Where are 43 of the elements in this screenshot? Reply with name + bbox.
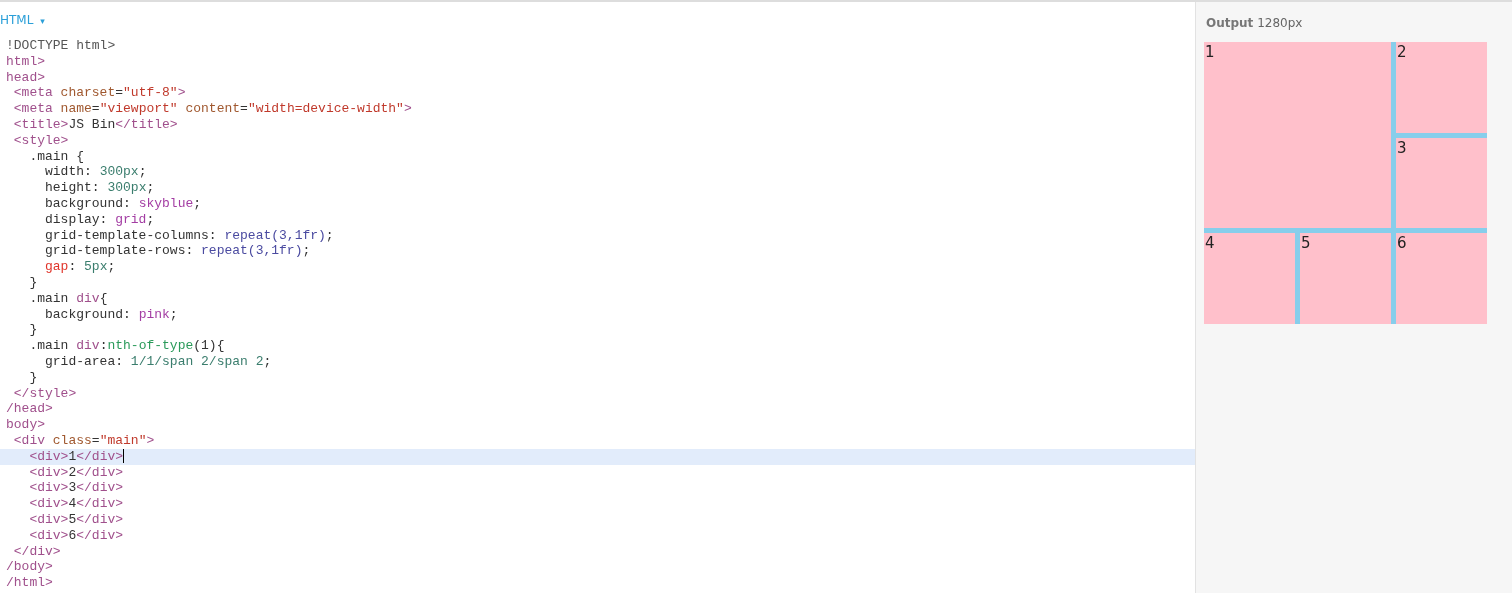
code-line: <div class="main"> xyxy=(12,432,156,449)
code-line: display: grid; xyxy=(44,211,156,228)
grid-cell: 4 xyxy=(1204,233,1295,324)
code-line: gap: 5px; xyxy=(44,259,117,275)
grid-cell: 3 xyxy=(1396,137,1487,229)
code-line: width: 300px; xyxy=(44,164,148,181)
code-line: grid-area: 1/1/span 2/span 2; xyxy=(44,353,273,370)
code-line: <meta charset="utf-8"> xyxy=(12,85,187,102)
code-line: <div>5</div> xyxy=(28,511,125,528)
code-line: } xyxy=(28,274,39,291)
grid-cell: 1 xyxy=(1204,42,1391,229)
code-line: body> xyxy=(5,417,46,433)
text-cursor xyxy=(123,449,125,464)
code-line: </style> xyxy=(12,385,78,402)
code-line: .main div{ xyxy=(28,290,109,307)
code-line: /head> xyxy=(5,401,54,418)
code-line: </div> xyxy=(12,543,62,560)
code-line: html> xyxy=(5,53,46,70)
output-title: Output 1280px xyxy=(1206,16,1304,30)
code-line: .main { xyxy=(28,148,85,165)
code-line: <div>4</div> xyxy=(28,496,125,512)
code-line: <div>2</div> xyxy=(28,464,125,481)
code-line: background: skyblue; xyxy=(44,195,203,212)
code-line: grid-template-rows: repeat(3,1fr); xyxy=(44,243,312,260)
code-line: /body> xyxy=(5,559,54,576)
code-line: grid-template-columns: repeat(3,1fr); xyxy=(44,227,335,244)
code-line: !DOCTYPE html> xyxy=(5,38,117,54)
code-line: <title>JS Bin</title> xyxy=(12,117,179,133)
code-line: <div>3</div> xyxy=(28,480,125,497)
code-line: head> xyxy=(5,69,46,86)
code-line: /html> xyxy=(5,575,54,591)
grid-cell: 5 xyxy=(1300,233,1391,324)
code-line: <meta name="viewport" content="width=device-width"> xyxy=(12,101,413,117)
language-dropdown[interactable]: HTML ▾ xyxy=(0,13,45,27)
grid-cell: 2 xyxy=(1396,42,1487,133)
code-line: .main div:nth-of-type(1){ xyxy=(28,338,226,354)
code-line: height: 300px; xyxy=(44,180,156,196)
code-line: } xyxy=(28,322,39,339)
code-line: <div>6</div> xyxy=(28,527,125,544)
code-line: } xyxy=(28,369,39,386)
code-line: background: pink; xyxy=(44,306,179,323)
grid-cell: 6 xyxy=(1396,233,1487,324)
code-line: <style> xyxy=(12,132,70,149)
